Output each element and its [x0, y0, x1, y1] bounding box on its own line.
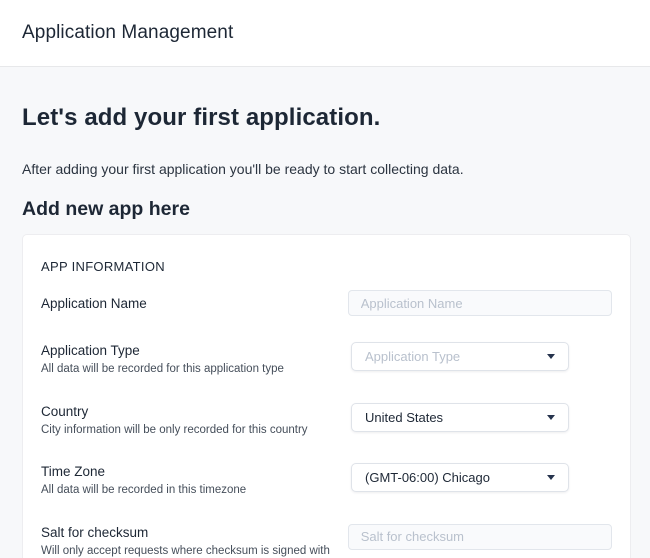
page-title: Application Management	[22, 22, 233, 44]
form-row-salt-for-checksum: Salt for checksum Will only accept reque…	[41, 524, 612, 558]
timezone-select[interactable]: (GMT-06:00) Chicago	[351, 463, 569, 492]
form-row-time-zone: Time Zone All data will be recorded in t…	[41, 463, 612, 498]
app-information-section-title: APP INFORMATION	[41, 259, 612, 274]
field-label-group: Time Zone All data will be recorded in t…	[41, 463, 351, 498]
salt-for-checksum-input[interactable]	[348, 524, 612, 550]
field-help-salt-for-checksum: Will only accept requests where checksum…	[41, 544, 336, 558]
field-label-group: Application Type All data will be record…	[41, 342, 351, 377]
field-label-group: Country City information will be only re…	[41, 403, 351, 438]
caret-down-icon	[547, 475, 555, 480]
application-type-select-value: Application Type	[365, 349, 460, 364]
field-label-application-name: Application Name	[41, 295, 336, 312]
section-heading-add-new-app: Add new app here	[22, 196, 631, 222]
main-content: Let's add your first application. After …	[0, 103, 650, 558]
form-row-application-type: Application Type All data will be record…	[41, 342, 612, 377]
app-form-card: APP INFORMATION Application Name Applica…	[22, 234, 631, 558]
hero-heading: Let's add your first application.	[22, 103, 631, 133]
caret-down-icon	[547, 354, 555, 359]
field-label-group: Application Name	[41, 295, 348, 312]
field-label-time-zone: Time Zone	[41, 463, 339, 480]
form-row-application-name: Application Name	[41, 290, 612, 316]
country-select[interactable]: United States	[351, 403, 569, 432]
form-row-country: Country City information will be only re…	[41, 403, 612, 438]
timezone-select-value: (GMT-06:00) Chicago	[365, 470, 490, 485]
hero-subtitle: After adding your first application you'…	[22, 159, 631, 179]
caret-down-icon	[547, 415, 555, 420]
application-name-input[interactable]	[348, 290, 612, 316]
field-help-country: City information will be only recorded f…	[41, 423, 336, 438]
application-type-select[interactable]: Application Type	[351, 342, 569, 371]
field-label-application-type: Application Type	[41, 342, 339, 359]
field-label-group: Salt for checksum Will only accept reque…	[41, 524, 348, 558]
country-select-value: United States	[365, 410, 443, 425]
page-header: Application Management	[0, 0, 650, 67]
field-help-time-zone: All data will be recorded in this timezo…	[41, 483, 336, 498]
field-label-salt-for-checksum: Salt for checksum	[41, 524, 336, 541]
field-label-country: Country	[41, 403, 339, 420]
field-help-application-type: All data will be recorded for this appli…	[41, 362, 336, 377]
